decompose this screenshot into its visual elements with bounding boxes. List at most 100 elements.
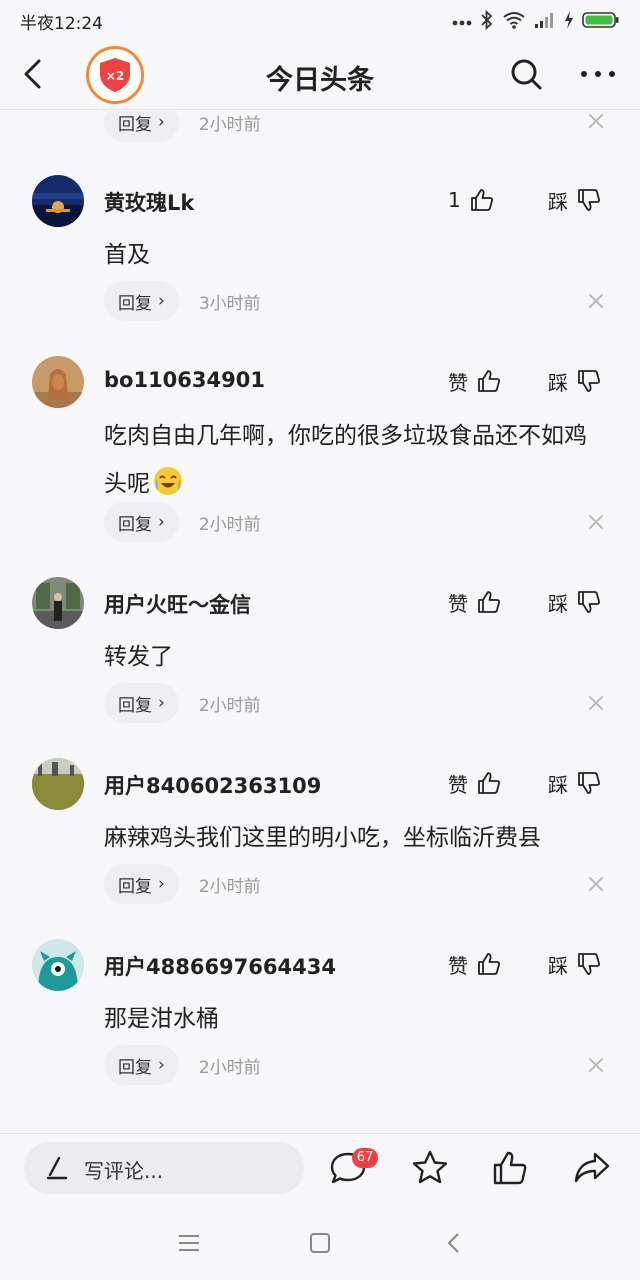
comment-item: 用户840602363109 赞 踩 麻辣鸡头我们这里的明小吃，坐标临沂费县 回…	[0, 758, 640, 939]
bottom-action-bar: 写评论... 67	[0, 1133, 640, 1203]
battery-icon	[582, 12, 619, 28]
status-bar: 半夜12:24	[0, 0, 640, 40]
thumbs-up-icon	[478, 591, 500, 613]
close-icon[interactable]	[584, 289, 608, 313]
thumbs-down-icon	[578, 772, 600, 794]
comment-item: 用户4886697664434 赞 踩 那是泔水桶 回复 › 2小时前	[0, 939, 640, 1120]
username[interactable]: 黄玫瑰Lk	[104, 187, 194, 217]
share-icon[interactable]	[572, 1148, 612, 1188]
dislike-button[interactable]: 踩	[548, 183, 602, 217]
close-icon[interactable]	[584, 872, 608, 896]
like-button[interactable]: 赞	[448, 585, 502, 619]
crying-laughing-emoji-icon	[154, 467, 182, 495]
comment-list[interactable]: 回复 › 2小时前 黄玫瑰Lk 1 踩 首及 回复 › 3小时前 bo11063…	[0, 111, 640, 1133]
chevron-right-icon: ›	[158, 693, 165, 713]
username[interactable]: 用户火旺～金信	[104, 589, 251, 619]
dislike-button[interactable]: 踩	[548, 364, 602, 398]
comment-time: 2小时前	[198, 114, 261, 135]
avatar[interactable]	[32, 356, 84, 408]
thumbs-up-icon[interactable]	[490, 1148, 530, 1188]
reply-row: 回复 › 2小时前	[104, 683, 261, 723]
reply-row: 回复 › 2小时前	[104, 1045, 261, 1085]
like-label: 赞	[448, 591, 468, 616]
comment-placeholder: 写评论...	[84, 1159, 164, 1183]
username[interactable]: bo110634901	[104, 368, 265, 392]
like-button[interactable]: 1	[448, 183, 495, 217]
avatar[interactable]	[32, 758, 84, 810]
close-icon[interactable]	[584, 691, 608, 715]
system-nav-bar	[0, 1204, 640, 1280]
reply-row: 回复 › 2小时前	[104, 864, 261, 904]
dislike-label: 踩	[548, 772, 568, 797]
more-dots-icon	[452, 20, 472, 26]
menu-icon[interactable]	[176, 1230, 202, 1256]
username[interactable]: 用户840602363109	[104, 770, 321, 800]
comment-count-badge: 67	[352, 1148, 378, 1168]
like-label: 赞	[448, 370, 468, 395]
more-icon[interactable]	[578, 56, 618, 92]
comment-text: 那是泔水桶	[104, 1006, 219, 1032]
signal-icon	[535, 13, 553, 28]
chevron-right-icon: ›	[158, 291, 165, 311]
bluetooth-icon	[481, 10, 493, 30]
dislike-label: 踩	[548, 189, 568, 214]
comment-text: 转发了	[104, 644, 173, 670]
page-title: 今日头条	[266, 65, 374, 96]
like-label: 赞	[448, 772, 468, 797]
avatar[interactable]	[32, 939, 84, 991]
thumbs-up-icon	[478, 772, 500, 794]
reply-label: 回复	[118, 695, 152, 716]
reply-button[interactable]: 回复 ›	[104, 111, 179, 142]
reply-button[interactable]: 回复 ›	[104, 864, 179, 904]
comment-time: 2小时前	[198, 1057, 261, 1078]
star-icon[interactable]	[410, 1148, 450, 1188]
chevron-right-icon: ›	[158, 512, 165, 532]
dislike-label: 踩	[548, 370, 568, 395]
charging-icon	[565, 11, 573, 29]
chevron-right-icon: ›	[158, 1055, 165, 1075]
reply-button[interactable]: 回复 ›	[104, 281, 179, 321]
like-button[interactable]: 赞	[448, 364, 502, 398]
comment-time: 2小时前	[198, 514, 261, 535]
thumbs-down-icon	[578, 953, 600, 975]
reply-row: 回复 › 2小时前	[104, 111, 261, 142]
close-icon[interactable]	[584, 111, 608, 133]
back-nav-icon[interactable]	[442, 1230, 468, 1256]
like-label: 赞	[448, 953, 468, 978]
comment-time: 2小时前	[198, 876, 261, 897]
search-icon[interactable]	[508, 56, 544, 92]
thumbs-down-icon	[578, 591, 600, 613]
write-comment-input[interactable]: 写评论...	[24, 1142, 304, 1194]
close-icon[interactable]	[584, 510, 608, 534]
thumbs-down-icon	[578, 370, 600, 392]
reply-button[interactable]: 回复 ›	[104, 683, 179, 723]
pen-icon	[46, 1156, 68, 1180]
home-icon[interactable]	[307, 1230, 333, 1256]
comment-time: 2小时前	[198, 695, 261, 716]
dislike-button[interactable]: 踩	[548, 585, 602, 619]
comment-item: 黄玫瑰Lk 1 踩 首及 回复 › 3小时前	[0, 175, 640, 356]
reply-label: 回复	[118, 876, 152, 897]
thumbs-up-icon	[470, 189, 493, 211]
like-button[interactable]: 赞	[448, 766, 502, 800]
reply-label: 回复	[118, 514, 152, 535]
wifi-icon	[503, 12, 525, 29]
thumbs-up-icon	[478, 953, 500, 975]
dislike-button[interactable]: 踩	[548, 766, 602, 800]
thumbs-down-icon	[578, 189, 600, 211]
avatar[interactable]	[32, 175, 84, 227]
dislike-label: 踩	[548, 591, 568, 616]
app-header: ×2 今日头条	[0, 40, 640, 110]
comment-text: 麻辣鸡头我们这里的明小吃，坐标临沂费县	[104, 825, 541, 851]
comment-text-wrap: 吃肉自由几年啊，你吃的很多垃圾食品还不如鸡头呢	[104, 412, 604, 508]
reply-row: 回复 › 2小时前	[104, 502, 261, 542]
like-button[interactable]: 赞	[448, 947, 502, 981]
username[interactable]: 用户4886697664434	[104, 951, 336, 981]
comment-item: 用户火旺～金信 赞 踩 转发了 回复 › 2小时前	[0, 577, 640, 758]
dislike-label: 踩	[548, 953, 568, 978]
close-icon[interactable]	[584, 1053, 608, 1077]
reply-button[interactable]: 回复 ›	[104, 1045, 179, 1085]
reply-button[interactable]: 回复 ›	[104, 502, 179, 542]
dislike-button[interactable]: 踩	[548, 947, 602, 981]
avatar[interactable]	[32, 577, 84, 629]
